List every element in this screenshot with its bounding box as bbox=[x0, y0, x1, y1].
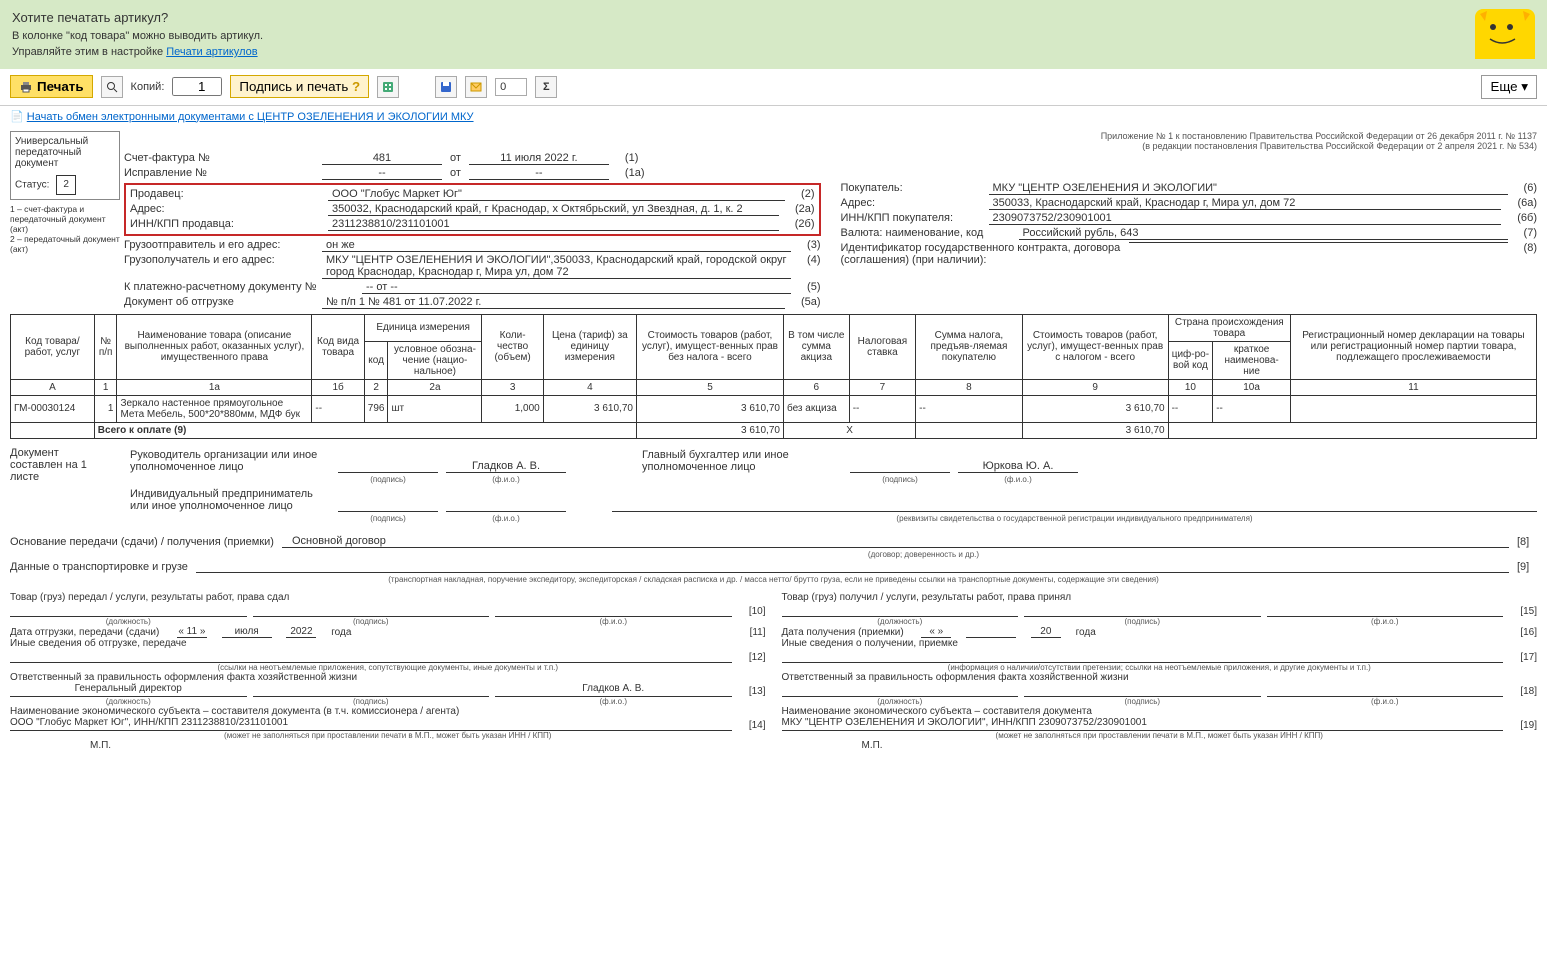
items-table: Код товара/ работ, услуг № п/п Наименова… bbox=[10, 314, 1537, 439]
preview-button[interactable] bbox=[101, 76, 123, 98]
sign-stamp-button[interactable]: Подпись и печать ? bbox=[230, 75, 369, 98]
more-button[interactable]: Еще ▾ bbox=[1481, 75, 1537, 99]
upd-title: Универсальный передаточный документ Стат… bbox=[10, 131, 120, 200]
email-button[interactable] bbox=[465, 76, 487, 98]
appendix-note: Приложение № 1 к постановлению Правитель… bbox=[124, 131, 1537, 151]
table-row: ГМ-00030124 1 Зеркало настенное прямоуго… bbox=[11, 395, 1537, 422]
toolbar: Печать Копий: Подпись и печать ? 0 Σ Еще… bbox=[0, 69, 1547, 106]
mascot-icon bbox=[1475, 9, 1535, 59]
document-icon: 📄 bbox=[10, 111, 24, 123]
save-button[interactable] bbox=[435, 76, 457, 98]
receiver-block: Товар (груз) получил / услуги, результат… bbox=[782, 592, 1538, 751]
print-button[interactable]: Печать bbox=[10, 75, 93, 98]
field-zero[interactable]: 0 bbox=[495, 78, 527, 96]
settings-button[interactable] bbox=[377, 76, 399, 98]
banner-link[interactable]: Печати артикулов bbox=[166, 46, 257, 58]
sum-button[interactable]: Σ bbox=[535, 76, 557, 98]
sender-block: Товар (груз) передал / услуги, результат… bbox=[10, 592, 766, 751]
edo-link-row: 📄 Начать обмен электронными документами … bbox=[0, 106, 1547, 127]
banner-question: Хотите печатать артикул? bbox=[12, 8, 263, 28]
promo-banner: Хотите печатать артикул? В колонке "код … bbox=[0, 0, 1547, 69]
copies-input[interactable] bbox=[172, 77, 222, 96]
printer-icon bbox=[19, 80, 33, 94]
edo-link[interactable]: Начать обмен электронными документами с … bbox=[27, 111, 474, 123]
status-box[interactable]: 2 bbox=[56, 175, 76, 195]
seller-highlight: Продавец:ООО "Глобус Маркет Юг"(2) Адрес… bbox=[124, 183, 821, 236]
total-row: Всего к оплате (9) 3 610,70 X 3 610,70 bbox=[11, 422, 1537, 438]
